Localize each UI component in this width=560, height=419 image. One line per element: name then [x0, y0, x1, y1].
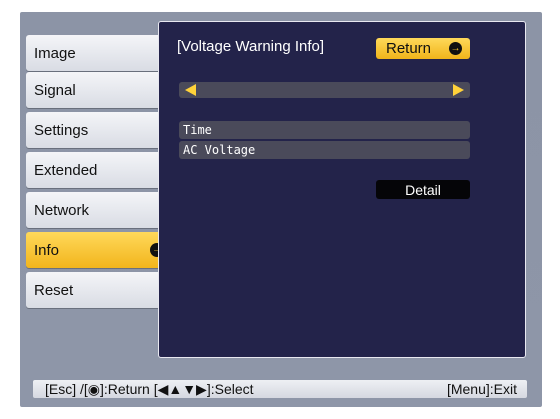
sidebar-item-label: Settings [34, 121, 89, 139]
page-title: [Voltage Warning Info] [177, 38, 325, 55]
info-row-time: Time [179, 121, 470, 139]
return-button[interactable]: Return → [376, 38, 470, 59]
info-row-label: Time [183, 123, 212, 137]
sidebar-item-label: Extended [34, 161, 98, 179]
main-panel: [Voltage Warning Info] Return → Time AC … [158, 21, 526, 358]
sidebar-item-reset[interactable]: Reset [26, 272, 162, 308]
sidebar-item-extended[interactable]: Extended [26, 152, 162, 188]
detail-button-label: Detail [405, 181, 441, 198]
sidebar-item-label: Signal [34, 81, 76, 99]
enter-circle-icon: → [449, 42, 462, 55]
sidebar-item-signal[interactable]: Signal [26, 72, 162, 108]
return-button-label: Return [386, 40, 432, 57]
info-row-label: AC Voltage [183, 143, 256, 157]
sidebar-item-network[interactable]: Network [26, 192, 162, 228]
arrow-left-icon[interactable] [185, 84, 196, 96]
sidebar-item-label: Network [34, 201, 90, 219]
sidebar-item-label: Info [34, 241, 60, 259]
sidebar-item-image[interactable]: Image [26, 35, 162, 71]
arrow-right-icon[interactable] [453, 84, 464, 96]
status-hint-left: [Esc] /[◉]:Return [◀▲▼▶]:Select [45, 381, 254, 397]
info-row-ac-voltage: AC Voltage [179, 141, 470, 159]
sidebar-item-info[interactable]: Info → [26, 232, 172, 268]
log-selector[interactable] [179, 82, 470, 98]
detail-button[interactable]: Detail [376, 180, 470, 199]
sidebar-item-settings[interactable]: Settings [26, 112, 162, 148]
status-hint-right: [Menu]:Exit [446, 381, 517, 397]
sidebar-item-label: Reset [34, 281, 74, 299]
sidebar-item-label: Image [34, 44, 76, 62]
status-bar: [Esc] /[◉]:Return [◀▲▼▶]:Select [Menu]:E… [33, 380, 527, 398]
